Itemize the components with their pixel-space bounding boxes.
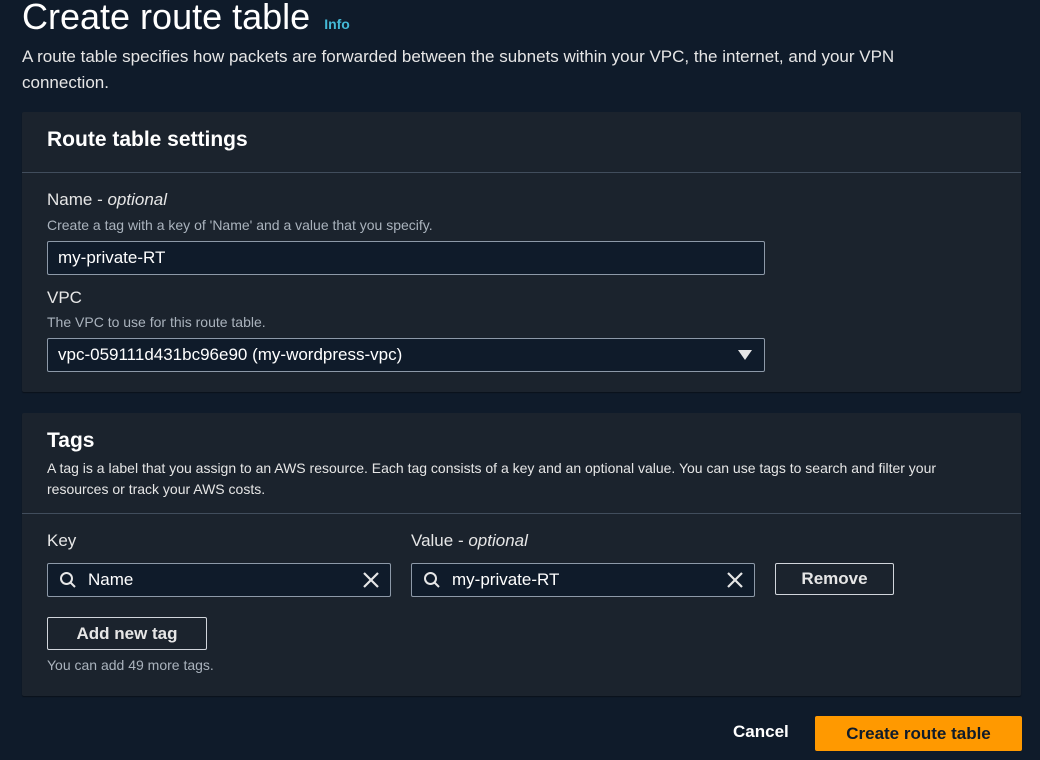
value-label: Value - optional bbox=[411, 531, 528, 551]
search-icon bbox=[412, 571, 452, 589]
tag-key-input[interactable]: Name bbox=[47, 563, 391, 597]
optional-label: optional bbox=[107, 190, 168, 209]
route-table-settings-panel: Route table settings Name - optional Cre… bbox=[22, 112, 1021, 392]
vpc-description: The VPC to use for this route table. bbox=[47, 314, 266, 330]
panel-title: Tags bbox=[47, 429, 95, 452]
tag-key-value: Name bbox=[88, 570, 134, 589]
tag-limit-hint: You can add 49 more tags. bbox=[47, 657, 214, 673]
name-description: Create a tag with a key of 'Name' and a … bbox=[47, 217, 433, 233]
optional-label: optional bbox=[468, 531, 528, 550]
page-description: A route table specifies how packets are … bbox=[22, 47, 895, 92]
clear-icon[interactable] bbox=[716, 572, 754, 588]
name-label-text: Name - bbox=[47, 190, 108, 209]
name-input[interactable]: my-private-RT bbox=[47, 241, 765, 275]
vpc-select[interactable]: vpc-059111d431bc96e90 (my-wordpress-vpc) bbox=[47, 338, 765, 372]
vpc-label: VPC bbox=[47, 288, 82, 307]
page-title: Create route table bbox=[22, 0, 311, 37]
panel-title: Route table settings bbox=[47, 128, 248, 151]
remove-tag-button[interactable]: Remove bbox=[775, 563, 894, 595]
create-route-table-button[interactable]: Create route table bbox=[815, 716, 1022, 751]
add-new-tag-button[interactable]: Add new tag bbox=[47, 617, 207, 650]
tag-value-input[interactable]: my-private-RT bbox=[411, 563, 755, 597]
clear-icon[interactable] bbox=[352, 572, 390, 588]
panel-header: Route table settings bbox=[22, 112, 1021, 173]
tag-value-value: my-private-RT bbox=[452, 570, 560, 589]
name-label: Name - optional bbox=[47, 190, 167, 210]
tags-panel: Tags A tag is a label that you assign to… bbox=[22, 413, 1021, 696]
search-icon bbox=[48, 571, 88, 589]
vpc-select-value: vpc-059111d431bc96e90 (my-wordpress-vpc) bbox=[58, 345, 403, 364]
tags-description: A tag is a label that you assign to an A… bbox=[47, 460, 937, 497]
panel-header: Tags A tag is a label that you assign to… bbox=[22, 413, 1021, 514]
page-title-row: Create route table Info bbox=[22, 0, 350, 40]
value-label-text: Value - bbox=[411, 531, 469, 550]
caret-down-icon bbox=[738, 350, 752, 360]
info-link[interactable]: Info bbox=[324, 16, 350, 32]
key-label: Key bbox=[47, 531, 77, 550]
cancel-button[interactable]: Cancel bbox=[733, 722, 789, 742]
